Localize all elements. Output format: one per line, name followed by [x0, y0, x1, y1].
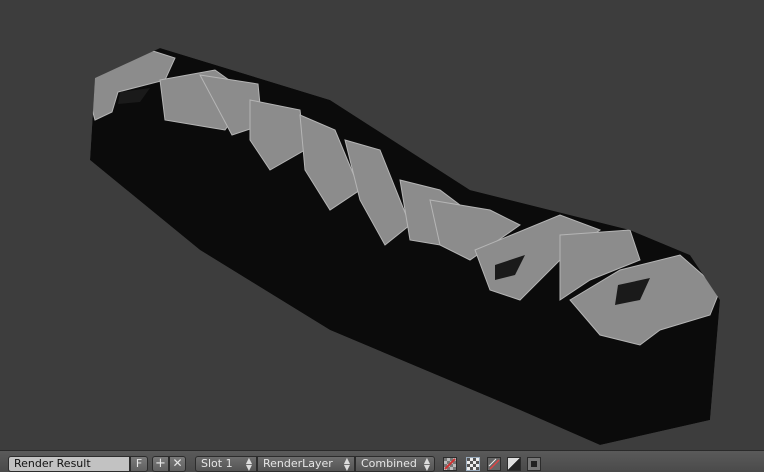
unlink-image-button[interactable]: ✕ [169, 456, 186, 472]
add-icon: + [155, 456, 166, 471]
z-buffer-icon[interactable] [507, 457, 521, 471]
render-layer-select[interactable]: RenderLayer ▲ ▼ [257, 456, 355, 472]
image-editor-header: Render Result F + ✕ Slot 1 ▲ ▼ RenderLaye… [0, 450, 764, 472]
render-pass-value: Combined [361, 457, 417, 470]
updown-arrow-icon: ▲ ▼ [343, 456, 350, 472]
slot-value: Slot 1 [201, 457, 233, 470]
rendered-3d-text [90, 48, 720, 445]
slot-select[interactable]: Slot 1 ▲ ▼ [195, 456, 257, 472]
render-layer-value: RenderLayer [263, 457, 333, 470]
zoom-box-inner [531, 461, 537, 467]
color-alpha-icon[interactable] [466, 457, 480, 471]
zoom-box-icon[interactable] [527, 457, 541, 471]
render-pass-select[interactable]: Combined ▲ ▼ [355, 456, 435, 472]
image-viewport[interactable] [0, 0, 764, 450]
alpha-checker-icon[interactable] [443, 457, 457, 471]
updown-arrow-icon: ▲ ▼ [423, 456, 430, 472]
fake-user-button[interactable]: F [130, 456, 148, 472]
close-icon: ✕ [172, 456, 183, 470]
split-channel-icon[interactable] [487, 457, 501, 471]
updown-arrow-icon: ▲ ▼ [245, 456, 252, 472]
image-name-field[interactable]: Render Result [8, 456, 130, 472]
add-image-button[interactable]: + [152, 456, 169, 472]
